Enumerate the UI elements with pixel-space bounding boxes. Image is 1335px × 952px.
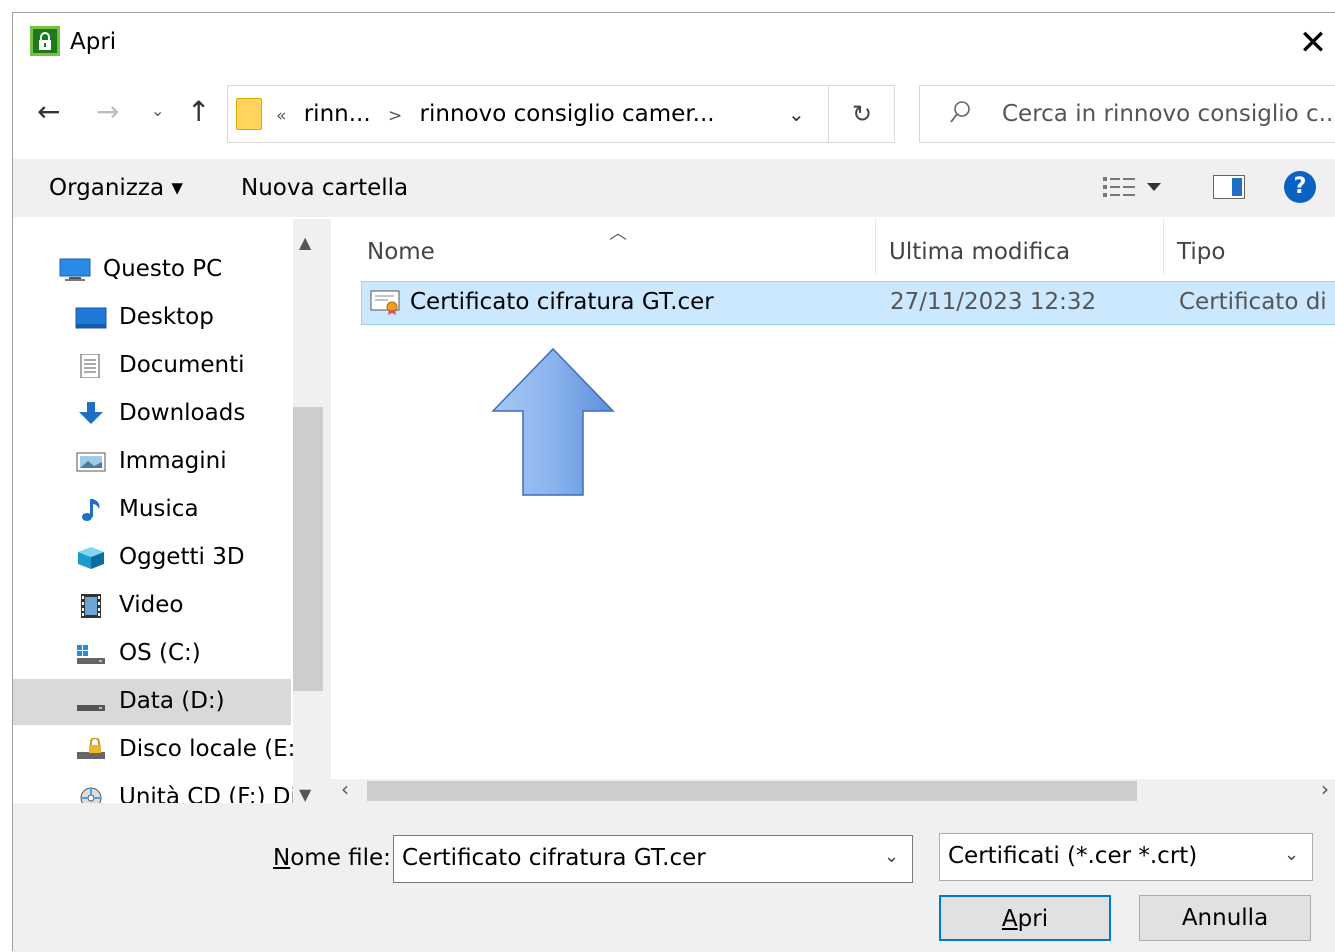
- horizontal-scroll-thumb[interactable]: [367, 781, 1137, 801]
- scroll-down-icon[interactable]: ▼: [299, 785, 311, 804]
- nav-item-documenti[interactable]: Documenti: [13, 343, 291, 389]
- nav-item-desktop[interactable]: Desktop: [13, 295, 291, 341]
- filetype-value: Certificati (*.cer *.crt): [948, 843, 1198, 869]
- nav-item-disco-locale-e[interactable]: Disco locale (E:): [13, 727, 304, 773]
- nav-item-immagini[interactable]: Immagini: [13, 439, 291, 485]
- folder-icon: [236, 98, 262, 130]
- nav-item-video[interactable]: Video: [13, 583, 291, 629]
- chevron-down-icon[interactable]: ⌄: [1284, 844, 1299, 865]
- documents-icon: [80, 354, 100, 378]
- 3d-objects-icon: [78, 547, 104, 569]
- dialog-footer: Nome file: ⌄ Certificati (*.cer *.crt) ⌄…: [13, 803, 1335, 952]
- nav-item-unita-cd-f[interactable]: Unità CD (F:) Dig: [13, 775, 311, 803]
- chevron-down-icon[interactable]: ⌄: [788, 102, 805, 126]
- open-dialog: Apri ✕ ← → ⌄ ↑ « rinn... > rinnovo consi…: [12, 12, 1335, 952]
- back-arrow-icon[interactable]: ←: [37, 95, 60, 128]
- nav-item-questo-pc[interactable]: Questo PC: [13, 247, 291, 293]
- title-bar: Apri ✕: [13, 13, 1335, 73]
- file-type: Certificato di si: [1179, 289, 1335, 315]
- column-separator[interactable]: [875, 219, 876, 275]
- breadcrumb-overflow[interactable]: «: [276, 106, 296, 126]
- address-bar[interactable]: « rinn... > rinnovo consiglio camer... ⌄…: [227, 85, 895, 143]
- nav-item-oggetti-3d[interactable]: Oggetti 3D: [13, 535, 291, 581]
- column-header-type[interactable]: Tipo: [1177, 239, 1225, 265]
- column-separator[interactable]: [1163, 219, 1164, 275]
- up-arrow-icon[interactable]: ↑: [187, 95, 210, 128]
- organize-button[interactable]: Organizza ▾: [49, 175, 183, 201]
- help-icon[interactable]: ?: [1284, 171, 1316, 203]
- column-header-modified[interactable]: Ultima modifica: [889, 239, 1070, 265]
- breadcrumb-separator[interactable]: >: [378, 106, 412, 126]
- windows-drive-icon: [77, 645, 105, 664]
- refresh-icon[interactable]: ↻: [852, 100, 872, 128]
- computer-icon: [59, 258, 91, 281]
- filename-label: Nome file:: [273, 845, 391, 871]
- scroll-up-icon[interactable]: ▲: [299, 233, 311, 252]
- column-header-name[interactable]: Nome: [367, 239, 435, 265]
- window-title: Apri: [70, 29, 117, 55]
- nav-item-downloads[interactable]: Downloads: [13, 391, 291, 437]
- nav-item-data-d[interactable]: Data (D:): [13, 679, 291, 725]
- search-placeholder: Cerca in rinnovo consiglio c...: [1002, 101, 1335, 127]
- nav-item-musica[interactable]: Musica: [13, 487, 291, 533]
- chevron-down-icon[interactable]: ⌄: [884, 846, 899, 867]
- filename-input[interactable]: [400, 844, 874, 872]
- cancel-button[interactable]: Annulla: [1139, 895, 1311, 941]
- command-toolbar: Organizza ▾ Nuova cartella ?: [13, 159, 1335, 217]
- file-list-horizontal-scrollbar[interactable]: ‹ ›: [331, 777, 1335, 803]
- search-box[interactable]: Cerca in rinnovo consiglio c...: [919, 85, 1335, 143]
- navigation-pane: Questo PC Desktop Documenti Downloads Im…: [13, 219, 331, 803]
- file-name: Certificato cifratura GT.cer: [410, 289, 714, 315]
- file-modified: 27/11/2023 12:32: [890, 289, 1097, 315]
- recent-locations-chevron-icon[interactable]: ⌄: [151, 101, 164, 120]
- breadcrumb-item-parent[interactable]: rinn...: [304, 101, 371, 127]
- nav-item-os-c[interactable]: OS (C:): [13, 631, 291, 677]
- scroll-right-icon[interactable]: ›: [1321, 777, 1329, 801]
- annotation-up-arrow: [491, 347, 615, 496]
- new-folder-button[interactable]: Nuova cartella: [241, 175, 408, 201]
- drive-icon: [77, 705, 105, 711]
- locked-drive-icon: [77, 738, 105, 759]
- open-button[interactable]: Apri: [939, 895, 1111, 941]
- file-row[interactable]: Certificato cifratura GT.cer 27/11/2023 …: [361, 281, 1335, 325]
- filename-field[interactable]: ⌄: [393, 835, 913, 883]
- downloads-icon: [79, 402, 103, 424]
- pictures-icon: [76, 452, 106, 472]
- nav-pane-scroll-thumb[interactable]: [293, 407, 323, 691]
- certificate-icon: [370, 290, 400, 315]
- nav-pane-scrollbar[interactable]: ▲ ▼: [293, 219, 331, 804]
- music-icon: [82, 499, 100, 521]
- video-icon: [81, 594, 101, 618]
- forward-arrow-icon[interactable]: →: [96, 95, 119, 128]
- sort-ascending-icon: ︿: [609, 223, 627, 244]
- breadcrumb-item-current[interactable]: rinnovo consiglio camer...: [420, 101, 715, 127]
- view-options-icon[interactable]: [1103, 175, 1163, 199]
- lock-app-icon: [30, 26, 60, 56]
- scroll-left-icon[interactable]: ‹: [341, 777, 349, 801]
- preview-pane-icon[interactable]: [1213, 175, 1245, 199]
- cd-drive-icon: [80, 787, 102, 803]
- filetype-select[interactable]: Certificati (*.cer *.crt) ⌄: [939, 833, 1313, 881]
- breadcrumb[interactable]: « rinn... > rinnovo consiglio camer...: [276, 101, 715, 127]
- file-list: ︿ Nome Ultima modifica Tipo Certificato …: [331, 219, 1335, 779]
- close-icon[interactable]: ✕: [1293, 23, 1333, 63]
- desktop-icon: [75, 307, 107, 329]
- address-divider: [828, 86, 829, 142]
- search-icon: [950, 101, 970, 123]
